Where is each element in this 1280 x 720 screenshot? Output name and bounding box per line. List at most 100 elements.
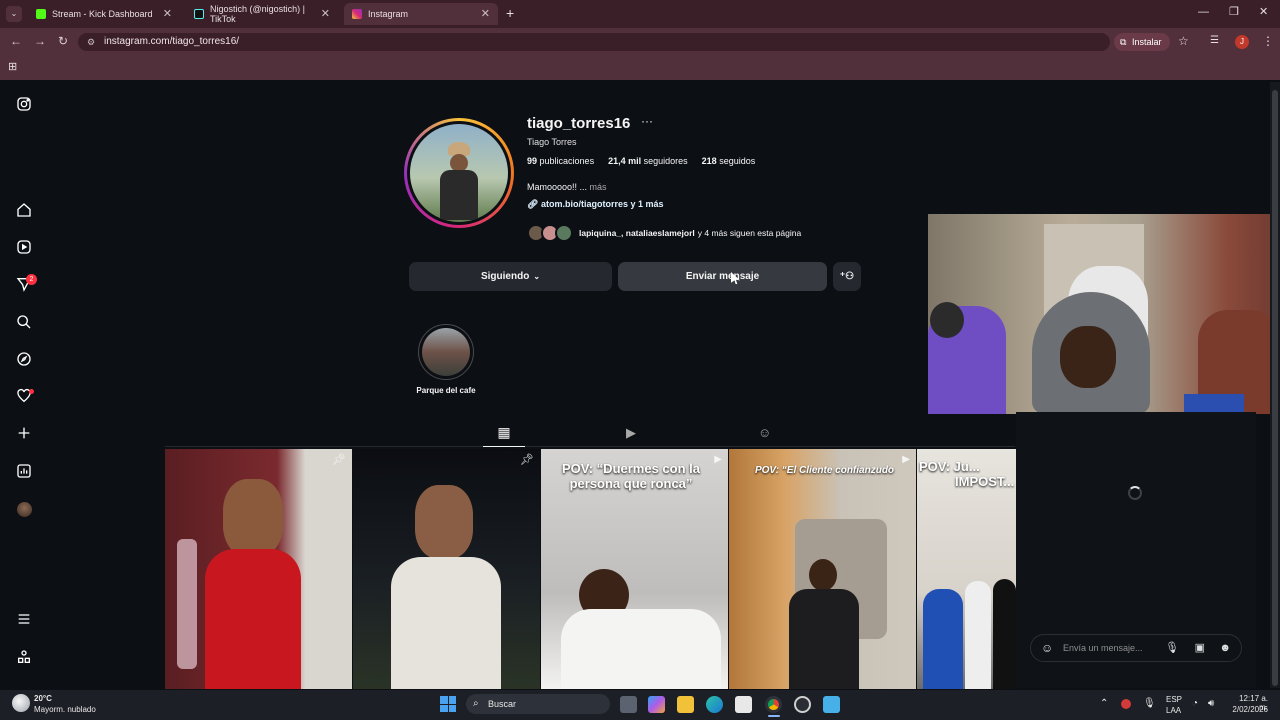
explore-icon[interactable] [15, 350, 33, 368]
maximize-icon[interactable]: ❐ [1229, 5, 1239, 18]
more-apps-icon[interactable] [15, 648, 33, 666]
tab-search-button[interactable]: ⌄ [6, 6, 22, 22]
search-icon[interactable] [15, 313, 33, 331]
close-window-icon[interactable]: ✕ [1259, 5, 1268, 18]
tab-title: Stream - Kick Dashboard [52, 9, 153, 19]
menu-icon[interactable] [15, 610, 33, 628]
store-icon[interactable] [735, 696, 752, 713]
profile-avatar-icon[interactable] [17, 502, 32, 517]
followers-label: seguidores [643, 156, 688, 166]
network-app-icon[interactable] [1121, 699, 1131, 709]
home-icon[interactable] [15, 201, 33, 219]
reels-icon[interactable] [15, 238, 33, 256]
post-thumbnail[interactable]: POV: “Duermes con la persona que ronca” … [541, 449, 728, 689]
more-options-icon[interactable]: ··· [641, 114, 653, 128]
create-icon[interactable] [15, 424, 33, 442]
windows-start-icon[interactable] [440, 696, 456, 712]
volume-icon[interactable]: 🔊︎ [1208, 698, 1214, 709]
tab-posts[interactable]: ▦ [483, 424, 525, 447]
bio-link-text: atom.bio/tiagotorres y 1 más [540, 199, 664, 209]
obs-icon[interactable] [794, 696, 811, 713]
minimize-icon[interactable]: — [1198, 6, 1209, 18]
followed-by[interactable]: lapiquina_, nataliaeslamejorl y 4 más si… [527, 223, 801, 243]
copilot-icon[interactable] [648, 696, 665, 713]
tray-overflow-icon[interactable]: ⌃ [1100, 698, 1108, 709]
followed-by-names: lapiquina_, nataliaeslamejorl [579, 228, 695, 238]
active-app-indicator [768, 715, 780, 717]
add-user-icon: ⁺⚇ [839, 271, 855, 282]
message-input[interactable]: ☺︎ Envía un mensaje... 🎙︎ ▣ ☻ [1030, 634, 1242, 662]
pinned-icon: 📌︎ [332, 454, 346, 466]
post-thumbnail[interactable]: POV: “El Cliente confianzudo ▶︎ [729, 449, 916, 689]
instagram-icon [352, 9, 362, 19]
task-view-icon[interactable] [620, 696, 637, 713]
page-scrollbar[interactable] [1270, 82, 1280, 688]
taskbar-search[interactable]: ⌕ Buscar [466, 694, 610, 714]
media-controls-icon[interactable]: ☰ [1210, 35, 1219, 46]
sticker-icon[interactable]: ☻ [1219, 635, 1231, 661]
image-icon[interactable]: ▣ [1195, 635, 1205, 661]
following-label: Siguiendo [480, 271, 530, 282]
back-icon[interactable]: ← [10, 34, 22, 48]
activity-dot [29, 389, 34, 394]
profile-picture[interactable] [404, 118, 514, 228]
profile-username: tiago_torres16 [527, 115, 631, 132]
new-tab-icon[interactable]: + [506, 5, 514, 21]
edge-icon[interactable] [706, 696, 723, 713]
message-placeholder: Envía un mensaje... [1063, 643, 1143, 653]
kick-icon [36, 9, 46, 19]
file-explorer-icon[interactable] [677, 696, 694, 713]
apps-grid-icon[interactable]: ⊞ [8, 60, 17, 73]
site-info-icon[interactable]: ⚙ [87, 33, 95, 51]
tab-instagram[interactable]: Instagram ✕ [344, 3, 498, 25]
post-thumbnail[interactable]: POV: Ju... IMPOST... [917, 449, 1016, 689]
notepad-icon[interactable] [823, 696, 840, 713]
posts-count: 99 [527, 156, 538, 166]
tab-kick[interactable]: Stream - Kick Dashboard ✕ [28, 3, 180, 25]
clock-date[interactable]: 2/02/2026 [1228, 705, 1268, 714]
microphone-icon[interactable]: 🎙︎ [1165, 635, 1179, 661]
following-stat[interactable]: 218 seguidos [702, 156, 756, 166]
tab-tiktok[interactable]: Nigostich (@nigostich) | TikTok ✕ [186, 3, 338, 25]
profile-avatar[interactable]: J [1235, 35, 1249, 49]
reload-icon[interactable]: ↻ [58, 34, 68, 48]
stats: 99 publicaciones 21,4 mil seguidores 218… [527, 156, 755, 166]
following-button[interactable]: Siguiendo ⌄ [409, 262, 612, 291]
lang-indicator[interactable]: ESP [1166, 695, 1182, 704]
address-bar[interactable]: ⚙ instagram.com/tiago_torres16/ [78, 33, 1110, 51]
tab-tagged[interactable]: ☺︎ [758, 425, 771, 440]
following-count: 218 [701, 156, 717, 166]
forward-icon[interactable]: → [34, 34, 46, 48]
followers-stat[interactable]: 21,4 mil seguidores [608, 156, 688, 166]
close-tab-icon[interactable]: ✕ [321, 7, 330, 20]
dashboard-icon[interactable] [15, 462, 33, 480]
close-tab-icon[interactable]: ✕ [481, 7, 490, 20]
story-highlight[interactable] [418, 324, 474, 380]
suggested-users-button[interactable]: ⁺⚇ [833, 262, 861, 291]
post-thumbnail[interactable]: 📌︎ [353, 449, 540, 689]
send-message-label: Enviar mensaje [685, 271, 760, 282]
instagram-logo-icon[interactable] [15, 95, 33, 113]
send-message-button[interactable]: Enviar mensaje [618, 262, 827, 291]
mic-tray-icon[interactable]: 🎙︎ [1143, 698, 1156, 709]
bio-link[interactable]: 🔗︎ atom.bio/tiagotorres y 1 más [527, 199, 664, 210]
weather-icon[interactable] [12, 694, 30, 712]
emoji-icon[interactable]: ☺︎ [1041, 635, 1053, 661]
notification-badge: 2 [26, 274, 37, 285]
install-app-button[interactable]: ⧉ Instalar [1114, 33, 1170, 51]
bio-text: Mamooooo!! ... [527, 182, 588, 192]
taskbar [0, 690, 1280, 720]
followed-by-rest: y 4 más siguen esta página [697, 228, 802, 238]
post-caption: POV: Ju... IMPOST... [919, 459, 1015, 489]
bio-more-link[interactable]: más [590, 182, 607, 192]
reel-icon: ▶︎ [902, 454, 910, 465]
webcam-overlay [928, 214, 1280, 414]
posts-stat[interactable]: 99 publicaciones [527, 156, 594, 166]
browser-menu-icon[interactable]: ⋮ [1262, 34, 1274, 48]
tab-reels[interactable]: ▶︎ [626, 425, 636, 441]
bookmark-star-icon[interactable]: ☆ [1178, 34, 1189, 48]
chrome-icon[interactable] [765, 696, 782, 713]
close-tab-icon[interactable]: ✕ [163, 7, 172, 20]
wifi-icon[interactable]: ◔ [1192, 698, 1198, 709]
post-thumbnail[interactable]: 📌︎ [165, 449, 352, 689]
